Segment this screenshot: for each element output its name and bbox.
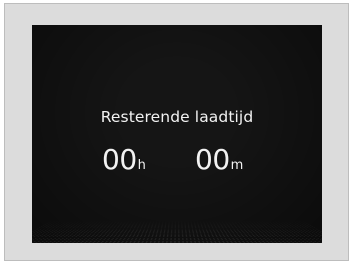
hours-value: 00 bbox=[102, 143, 137, 176]
remaining-charge-time-label: Resterende laadtijd bbox=[100, 108, 254, 126]
hours-readout: 00h bbox=[102, 143, 146, 176]
minutes-readout: 00m bbox=[195, 143, 243, 176]
hours-unit: h bbox=[137, 158, 146, 173]
minutes-value: 00 bbox=[195, 143, 230, 176]
charge-time-readout: 00h 00m bbox=[32, 143, 322, 183]
minutes-unit: m bbox=[230, 158, 244, 173]
instrument-screen: Resterende laadtijd 00h 00m bbox=[32, 25, 322, 243]
display-frame: Resterende laadtijd 00h 00m bbox=[4, 3, 349, 261]
screen-vignette bbox=[32, 25, 322, 243]
